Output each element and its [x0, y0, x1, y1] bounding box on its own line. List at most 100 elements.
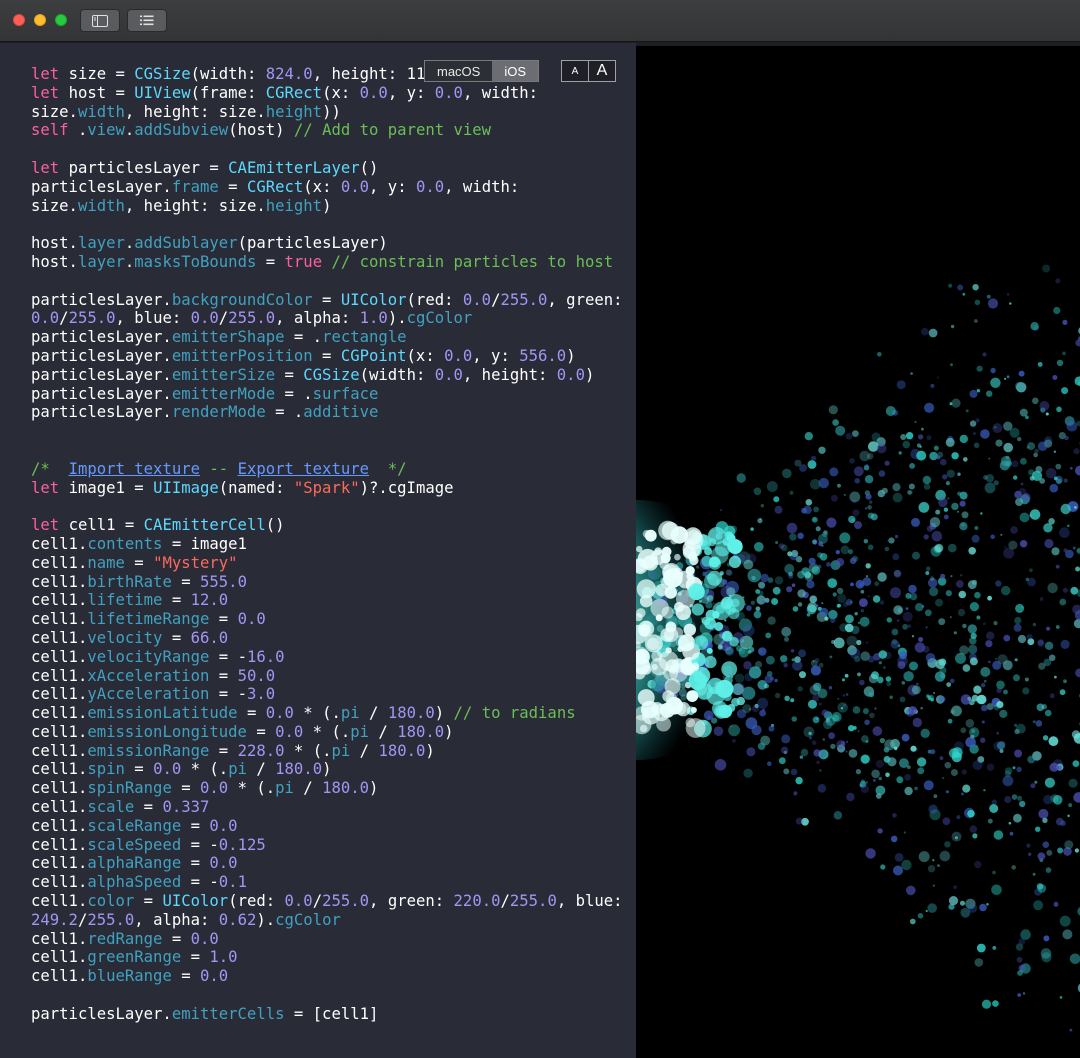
particle — [652, 703, 671, 722]
particle — [1027, 755, 1036, 764]
particle — [865, 641, 869, 644]
particle — [732, 739, 736, 743]
platform-option-ios[interactable]: iOS — [492, 61, 539, 81]
particle — [830, 743, 836, 750]
code-token: cell1. — [31, 816, 88, 835]
decrease-font-button[interactable]: A — [562, 61, 589, 81]
particle — [981, 683, 986, 688]
particle — [965, 719, 975, 728]
code-token: 16.0 — [246, 647, 285, 666]
code-token: view — [87, 121, 125, 140]
particle — [730, 525, 738, 533]
code-token: . — [77, 121, 88, 140]
code-token: 180.0 — [275, 760, 323, 779]
code-text[interactable]: let size = CGSize(width: 824.0, height: … — [31, 65, 631, 1024]
code-token: , y: — [387, 83, 435, 102]
particle — [854, 521, 862, 530]
particle — [1059, 598, 1067, 606]
particle — [971, 579, 978, 585]
code-token: = — [171, 572, 201, 591]
particle — [774, 576, 784, 585]
code-line: cell1.scaleSpeed = -0.125 — [31, 836, 631, 855]
code-token: xAcceleration — [87, 666, 210, 685]
code-token: color — [87, 892, 135, 911]
platform-option-macos[interactable]: macOS — [425, 61, 492, 81]
particle — [976, 365, 983, 372]
code-token: */ — [369, 459, 407, 478]
particle — [812, 716, 820, 724]
code-token: greenRange — [87, 948, 182, 967]
particle — [984, 482, 996, 494]
toggle-sidebar-button[interactable] — [80, 9, 120, 32]
code-token: UIColor — [162, 892, 229, 911]
particle — [1033, 452, 1038, 458]
particle — [986, 390, 993, 397]
particle — [917, 434, 924, 440]
code-token: 3.0 — [246, 685, 276, 704]
code-token: = — [162, 591, 191, 610]
particle — [1014, 658, 1018, 662]
particle — [819, 702, 822, 706]
particle — [969, 637, 977, 645]
particle — [686, 690, 699, 702]
code-token: 255.0 — [322, 892, 370, 911]
texture-link[interactable]: Import texture — [69, 460, 200, 478]
code-editor[interactable]: let size = CGSize(width: 824.0, height: … — [0, 43, 636, 1058]
code-token: (red: — [406, 290, 463, 309]
particle — [835, 425, 846, 436]
particle — [811, 740, 817, 745]
particle — [1074, 506, 1077, 509]
particle — [1040, 948, 1052, 959]
particle — [706, 647, 713, 654]
platform-segmented-control[interactable]: macOS iOS — [424, 60, 540, 82]
particle — [963, 457, 968, 462]
particle — [1013, 475, 1018, 480]
particle — [1022, 687, 1030, 695]
toggle-list-button[interactable] — [127, 9, 167, 32]
particle — [793, 791, 798, 796]
increase-font-button[interactable]: A — [589, 61, 615, 81]
texture-link[interactable]: Export texture — [238, 460, 369, 478]
particle — [826, 517, 837, 528]
particle — [836, 587, 844, 595]
code-token: / — [359, 704, 388, 723]
code-line: 0.0/255.0, blue: 0.0/255.0, alpha: 1.0).… — [31, 309, 631, 328]
minimize-window-button[interactable] — [34, 14, 46, 26]
font-size-control[interactable]: A A — [561, 60, 616, 82]
particle — [1020, 482, 1024, 486]
particle — [1049, 693, 1055, 699]
particle — [1068, 803, 1073, 808]
particle — [962, 292, 966, 296]
close-window-button[interactable] — [13, 14, 25, 26]
particle — [863, 539, 868, 544]
particle — [1073, 448, 1080, 455]
particle — [644, 529, 657, 542]
particle — [904, 786, 913, 796]
particle — [973, 432, 976, 435]
particle — [1026, 634, 1033, 640]
particle — [1057, 847, 1064, 854]
code-line: /* Import texture -- Export texture */ — [31, 460, 631, 479]
zoom-window-button[interactable] — [55, 14, 67, 26]
code-line: cell1.scaleRange = 0.0 — [31, 817, 631, 836]
particle — [774, 692, 781, 699]
particle — [1049, 762, 1059, 772]
particle — [925, 909, 928, 913]
code-token: cell1. — [31, 948, 88, 967]
particle — [1042, 735, 1049, 741]
particle — [897, 619, 900, 622]
particle — [1074, 848, 1079, 853]
particle — [929, 451, 938, 461]
particle — [775, 541, 779, 544]
particle — [916, 757, 927, 767]
particle — [842, 694, 846, 697]
particle — [724, 531, 734, 541]
code-token: 0.0 — [444, 346, 473, 365]
particle-emitter-canvas — [636, 264, 1080, 1032]
particle — [1015, 498, 1024, 506]
particle — [943, 514, 949, 520]
particle — [948, 283, 953, 288]
particle — [762, 600, 766, 604]
